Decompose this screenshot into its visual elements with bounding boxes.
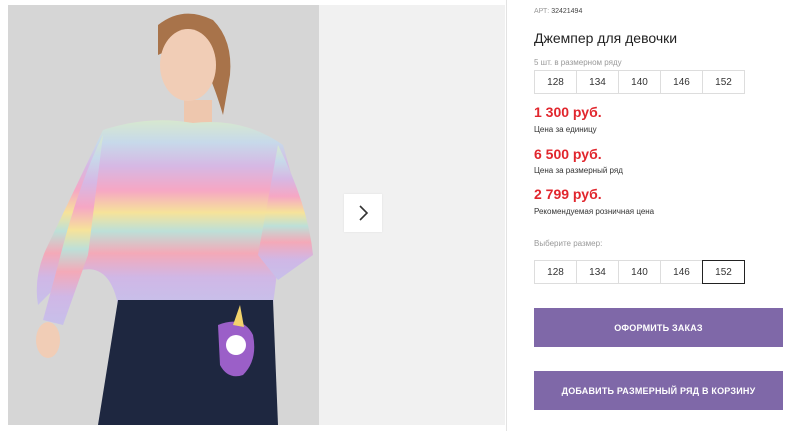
size-option-134[interactable]: 134 xyxy=(576,260,619,284)
product-gallery xyxy=(0,0,506,431)
series-size-146: 146 xyxy=(660,70,703,94)
series-size-152: 152 xyxy=(702,70,745,94)
size-option-140[interactable]: 140 xyxy=(618,260,661,284)
product-title: Джемпер для девочки xyxy=(534,30,678,46)
chevron-right-icon xyxy=(359,205,369,221)
order-button[interactable]: ОФОРМИТЬ ЗАКАЗ xyxy=(534,308,783,347)
article-number: АРТ: 32421494 xyxy=(534,8,582,15)
add-series-to-cart-button[interactable]: ДОБАВИТЬ РАЗМЕРНЫЙ РЯД В КОРЗИНУ xyxy=(534,371,783,410)
retail-price: 2 799 руб. xyxy=(534,186,602,202)
unit-price-note: Цена за единицу xyxy=(534,125,597,134)
series-hint: 5 шт. в размерном ряду xyxy=(534,58,622,67)
size-option-128[interactable]: 128 xyxy=(534,260,577,284)
choose-size-label: Выберите размер: xyxy=(534,239,603,248)
article-value: 32421494 xyxy=(551,8,583,15)
size-selector: 128 134 140 146 152 xyxy=(534,260,745,284)
product-photo[interactable] xyxy=(8,5,319,425)
series-size-row: 128 134 140 146 152 xyxy=(534,70,745,94)
article-label: АРТ: xyxy=(534,8,550,15)
next-photo-button[interactable] xyxy=(344,194,382,232)
size-option-152[interactable]: 152 xyxy=(702,260,745,284)
divider xyxy=(506,0,507,431)
series-size-128: 128 xyxy=(534,70,577,94)
series-price-note: Цена за размерный ряд xyxy=(534,166,623,175)
retail-price-note: Рекомендуемая розничная цена xyxy=(534,207,655,216)
series-size-134: 134 xyxy=(576,70,619,94)
size-option-146[interactable]: 146 xyxy=(660,260,703,284)
product-photo-illustration xyxy=(8,5,319,425)
unit-price: 1 300 руб. xyxy=(534,104,602,120)
series-price: 6 500 руб. xyxy=(534,146,602,162)
series-size-140: 140 xyxy=(618,70,661,94)
